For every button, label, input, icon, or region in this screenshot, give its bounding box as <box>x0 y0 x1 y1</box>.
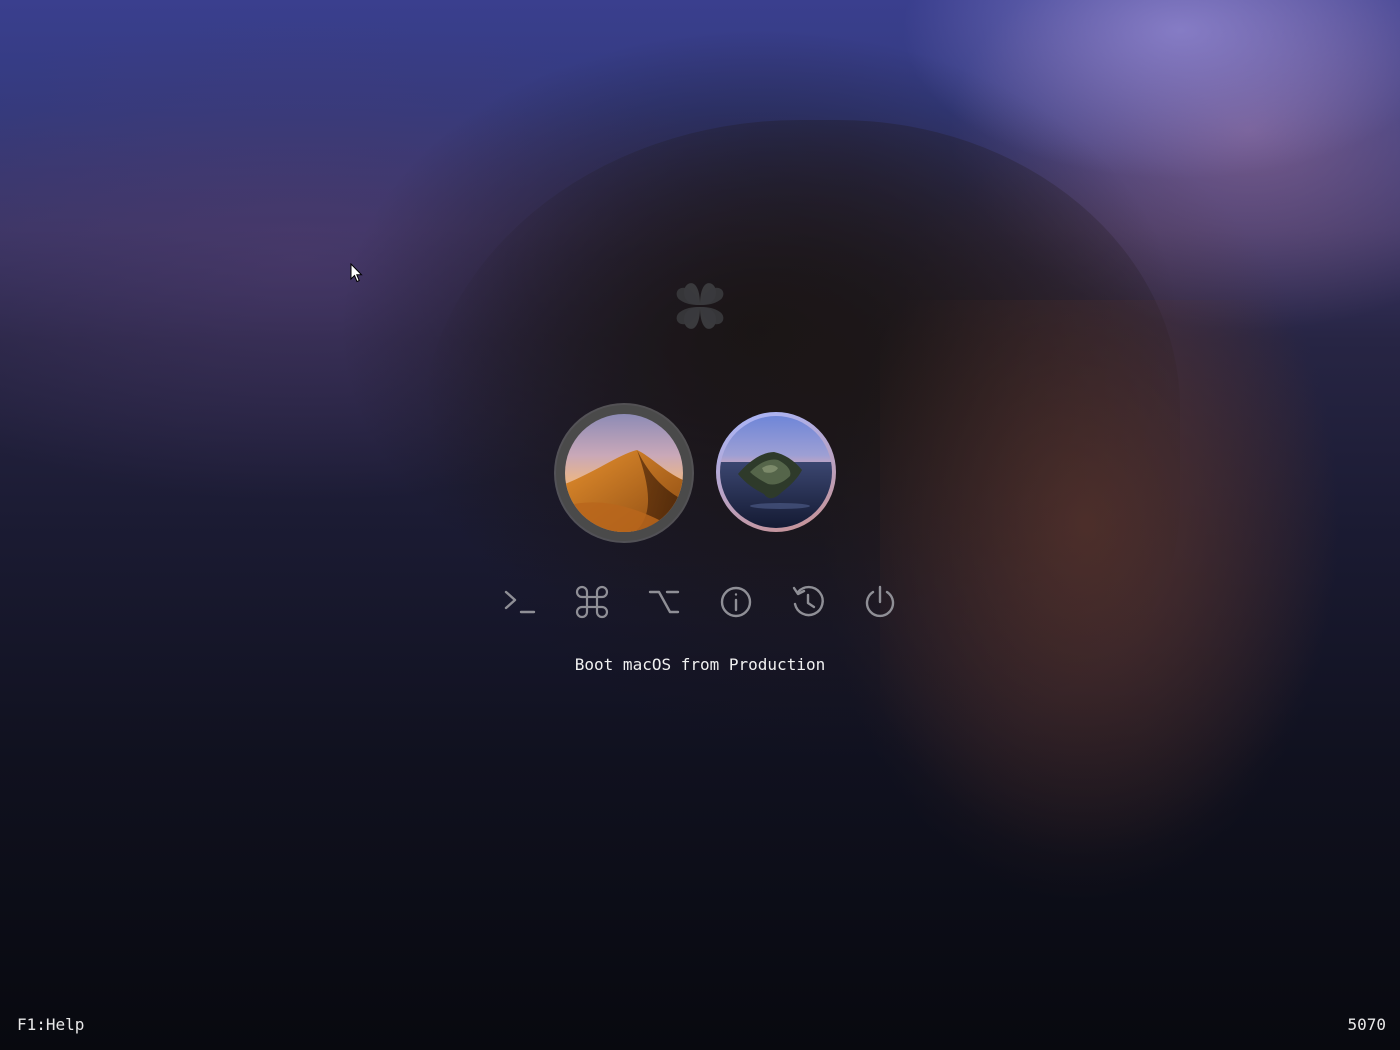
command-key-icon <box>575 585 609 619</box>
boot-picker-screen: Boot macOS from Production F1:Help 5070 <box>0 0 1400 1050</box>
catalina-disk-icon <box>720 416 832 528</box>
clover-logo-icon <box>676 283 724 329</box>
countdown-timer: 5070 <box>1347 1015 1386 1034</box>
boot-entry-catalina[interactable] <box>716 412 836 532</box>
selected-entry-label: Boot macOS from Production <box>574 655 826 674</box>
tools-row <box>500 582 900 622</box>
power-icon <box>865 585 895 618</box>
command-tool[interactable] <box>572 582 612 622</box>
option-tool[interactable] <box>644 582 684 622</box>
shutdown-tool[interactable] <box>860 582 900 622</box>
terminal-icon <box>504 590 536 614</box>
help-hint: F1:Help <box>17 1015 85 1034</box>
option-key-icon <box>648 590 680 614</box>
reset-tool[interactable] <box>788 582 828 622</box>
mouse-cursor-icon <box>350 263 363 283</box>
boot-entry-mojave[interactable] <box>556 405 692 541</box>
mojave-disk-icon <box>565 414 683 532</box>
info-tool[interactable] <box>716 582 756 622</box>
info-icon <box>720 586 752 618</box>
background-warm-light <box>880 300 1340 860</box>
shell-tool[interactable] <box>500 582 540 622</box>
reset-icon <box>792 585 824 617</box>
